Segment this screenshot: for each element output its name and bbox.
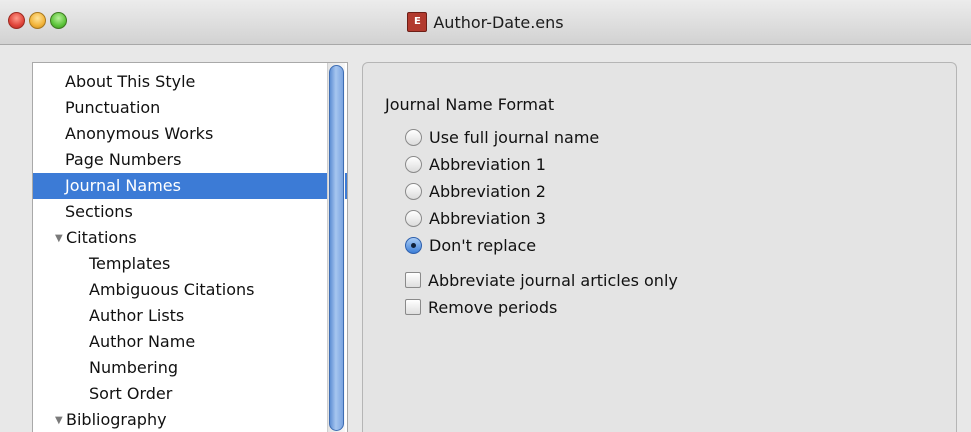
window-title-area: E Author-Date.ens <box>0 0 971 44</box>
radio-option-full-name[interactable]: Use full journal name <box>405 126 599 148</box>
radio-button[interactable] <box>405 128 422 146</box>
sidebar-group-label: Citations <box>66 228 137 247</box>
sidebar-item-author-name[interactable]: Author Name <box>33 329 347 355</box>
radio-button[interactable] <box>405 182 422 200</box>
sidebar-item-templates[interactable]: Templates <box>33 251 347 277</box>
sidebar-item-sections[interactable]: Sections <box>33 199 347 225</box>
vertical-scrollbar[interactable] <box>327 63 345 432</box>
document-icon: E <box>407 12 428 32</box>
radio-option-abbreviation-2[interactable]: Abbreviation 2 <box>405 180 546 202</box>
sidebar-item-ambiguous-citations[interactable]: Ambiguous Citations <box>33 277 347 303</box>
checkbox-label: Remove periods <box>428 297 558 317</box>
disclosure-triangle-icon[interactable]: ▼ <box>55 226 66 252</box>
radio-button-selected[interactable] <box>405 236 422 254</box>
sidebar-item-sort-order[interactable]: Sort Order <box>33 381 347 407</box>
style-sections-list[interactable]: About This Style Punctuation Anonymous W… <box>32 62 348 432</box>
sidebar-item-punctuation[interactable]: Punctuation <box>33 95 347 121</box>
radio-button[interactable] <box>405 155 422 173</box>
radio-button[interactable] <box>405 209 422 227</box>
checkbox-abbreviate-journal-articles-only[interactable]: Abbreviate journal articles only <box>405 269 678 291</box>
radio-label: Use full journal name <box>429 127 600 147</box>
sidebar-list: About This Style Punctuation Anonymous W… <box>33 63 347 432</box>
radio-label: Abbreviation 2 <box>429 181 546 201</box>
sidebar-item-anonymous-works[interactable]: Anonymous Works <box>33 121 347 147</box>
disclosure-triangle-icon[interactable]: ▼ <box>55 408 66 432</box>
radio-option-dont-replace[interactable]: Don't replace <box>405 234 536 256</box>
sidebar-item-journal-names[interactable]: Journal Names <box>33 173 347 199</box>
checkbox-remove-periods[interactable]: Remove periods <box>405 296 557 318</box>
scroll-thumb[interactable] <box>329 65 344 431</box>
sidebar-group-citations[interactable]: ▼ Citations <box>33 225 347 251</box>
radio-label: Abbreviation 3 <box>429 208 546 228</box>
radio-option-abbreviation-1[interactable]: Abbreviation 1 <box>405 153 546 175</box>
checkbox[interactable] <box>405 299 421 315</box>
sidebar-group-bibliography[interactable]: ▼ Bibliography <box>33 407 347 432</box>
checkbox-label: Abbreviate journal articles only <box>428 270 678 290</box>
sidebar-item-about-this-style[interactable]: About This Style <box>33 69 347 95</box>
title-bar: E Author-Date.ens <box>0 0 971 45</box>
sidebar-item-page-numbers[interactable]: Page Numbers <box>33 147 347 173</box>
window-title: Author-Date.ens <box>433 12 564 32</box>
sidebar-group-label: Bibliography <box>66 410 167 429</box>
journal-names-panel: Journal Name Format Use full journal nam… <box>362 62 957 432</box>
checkbox[interactable] <box>405 272 421 288</box>
radio-label: Don't replace <box>429 235 537 255</box>
radio-option-abbreviation-3[interactable]: Abbreviation 3 <box>405 207 546 229</box>
section-heading: Journal Name Format <box>385 95 555 114</box>
sidebar-item-numbering[interactable]: Numbering <box>33 355 347 381</box>
sidebar-item-author-lists[interactable]: Author Lists <box>33 303 347 329</box>
radio-label: Abbreviation 1 <box>429 154 546 174</box>
